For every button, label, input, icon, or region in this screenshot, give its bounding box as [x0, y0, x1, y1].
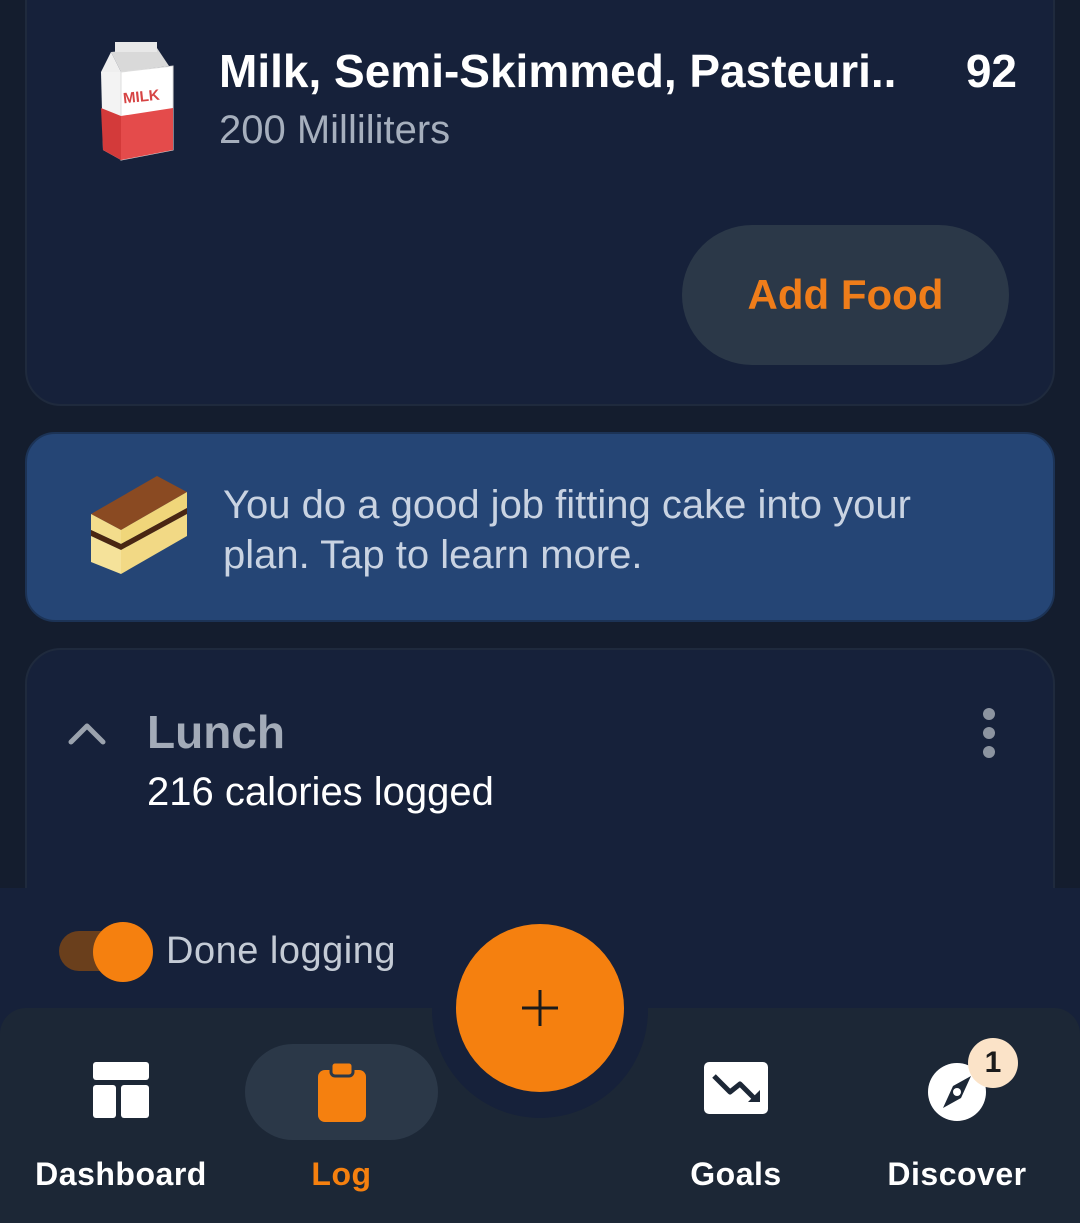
nav-item-dashboard[interactable]: Dashboard	[20, 1040, 222, 1200]
trend-down-icon	[704, 1062, 768, 1114]
nav-item-goals[interactable]: Goals	[636, 1040, 836, 1200]
nav-label: Discover	[887, 1156, 1027, 1192]
plus-icon	[522, 990, 558, 1026]
milk-carton-icon: MILK	[101, 42, 174, 161]
food-name: Milk, Semi-Skimmed, Pasteuri..	[219, 45, 897, 97]
more-options-icon[interactable]	[979, 708, 999, 762]
food-quantity: 200 Milliliters	[219, 108, 451, 152]
done-logging-label: Done logging	[166, 930, 396, 972]
dashboard-icon	[93, 1062, 149, 1118]
meal-title: Lunch	[147, 706, 285, 758]
done-logging-toggle[interactable]	[57, 920, 155, 982]
meal-calories-logged: 216 calories logged	[147, 770, 494, 814]
food-calories: 92	[965, 45, 1017, 97]
food-card: MILK Milk, Semi-Skimmed, Pasteuri.. 200 …	[25, 0, 1055, 406]
nav-item-discover[interactable]: Discover	[866, 1040, 1048, 1200]
add-button[interactable]	[456, 924, 624, 1092]
nav-label: Dashboard	[35, 1156, 207, 1192]
clipboard-icon	[317, 1062, 366, 1122]
notification-badge: 1	[968, 1038, 1018, 1088]
food-entry-milk[interactable]: MILK Milk, Semi-Skimmed, Pasteuri.. 200 …	[97, 42, 1017, 172]
nav-item-log[interactable]: Log	[245, 1040, 438, 1200]
nav-label: Log	[311, 1156, 372, 1192]
add-food-button[interactable]: Add Food	[682, 225, 1009, 365]
insight-text: You do a good job fitting cake into your…	[223, 483, 911, 577]
chevron-up-icon[interactable]	[65, 712, 109, 756]
cake-icon	[91, 476, 187, 574]
insight-banner[interactable]: You do a good job fitting cake into your…	[25, 432, 1055, 622]
nav-label: Goals	[690, 1156, 782, 1192]
